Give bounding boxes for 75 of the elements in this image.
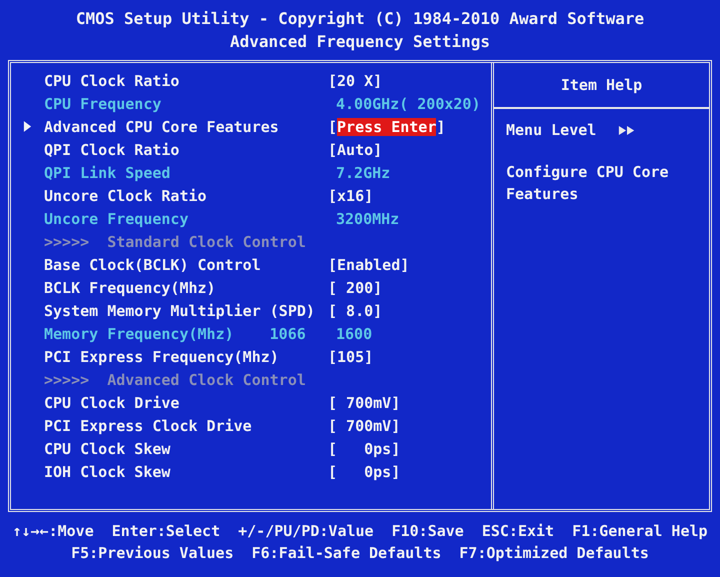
double-arrow-icon bbox=[618, 124, 636, 136]
setting-label[interactable]: QPI Clock Ratio bbox=[44, 140, 328, 158]
setting-value[interactable]: 8.0 bbox=[337, 302, 374, 320]
key-hint: +/-/PU/PD:Value bbox=[238, 521, 374, 542]
setting-value[interactable]: 20 X bbox=[337, 72, 374, 90]
info-label: Uncore Frequency bbox=[44, 210, 188, 228]
bracket: [ bbox=[328, 348, 338, 366]
setting-label[interactable]: PCI Express Clock Drive bbox=[44, 416, 328, 434]
bracket: ] bbox=[391, 462, 400, 480]
info-value: 4.00GHz( 200x20) bbox=[335, 94, 480, 112]
setting-label[interactable]: CPU Clock Ratio bbox=[44, 72, 328, 90]
window-title: CMOS Setup Utility - Copyright (C) 1984-2010 Award Software bbox=[76, 8, 644, 30]
setting-value[interactable]: 700mV bbox=[337, 416, 392, 434]
bracket: ] bbox=[373, 278, 382, 296]
bracket: [ bbox=[328, 278, 338, 296]
setting-label[interactable]: BCLK Frequency(Mhz) bbox=[44, 278, 328, 296]
bracket: [ bbox=[328, 302, 338, 320]
bracket: ] bbox=[364, 348, 374, 366]
key-hint: ↑↓→←:Move bbox=[12, 521, 94, 542]
bracket: ] bbox=[373, 302, 382, 320]
info-value: 1600 bbox=[335, 324, 372, 342]
setting-label[interactable]: System Memory Multiplier (SPD) bbox=[44, 302, 328, 320]
info-label: CPU Frequency bbox=[44, 94, 162, 112]
page-title: Advanced Frequency Settings bbox=[230, 30, 490, 52]
bracket: ] bbox=[391, 440, 400, 458]
setting-label[interactable]: Uncore Clock Ratio bbox=[44, 186, 328, 204]
bracket: [ bbox=[328, 462, 338, 480]
key-hint: F7:Optimized Defaults bbox=[459, 543, 649, 564]
bracket: [ bbox=[328, 416, 338, 434]
help-text: Configure CPU Core Features bbox=[506, 162, 670, 205]
bracket: [ bbox=[328, 118, 338, 136]
key-hint: F5:Previous Values bbox=[71, 543, 234, 564]
menu-level-label: Menu Level bbox=[506, 121, 596, 139]
setting-value[interactable]: Press Enter bbox=[337, 118, 436, 136]
setting-value[interactable]: 0ps bbox=[337, 440, 392, 458]
key-hint: Enter:Select bbox=[112, 521, 220, 542]
key-hint: F1:General Help bbox=[572, 521, 708, 542]
bracket: ] bbox=[436, 118, 446, 136]
bracket: ] bbox=[364, 186, 374, 204]
key-hint: F6:Fail-Safe Defaults bbox=[252, 543, 442, 564]
setting-value[interactable]: 0ps bbox=[337, 462, 392, 480]
setting-value[interactable]: Auto bbox=[337, 140, 374, 158]
submenu-arrow-icon bbox=[23, 120, 32, 133]
bracket: ] bbox=[400, 256, 410, 274]
setting-label[interactable]: CPU Clock Skew bbox=[44, 440, 328, 458]
setting-value[interactable]: x16 bbox=[337, 186, 364, 204]
setting-label[interactable]: PCI Express Frequency(Mhz) bbox=[44, 348, 328, 366]
bracket: [ bbox=[328, 186, 338, 204]
info-value: 7.2GHz bbox=[335, 164, 390, 182]
setting-label[interactable]: CPU Clock Drive bbox=[44, 394, 328, 412]
help-header: Item Help bbox=[494, 63, 709, 109]
info-value: 1066 bbox=[270, 324, 306, 342]
info-label: Memory Frequency(Mhz) bbox=[44, 324, 234, 342]
bracket: [ bbox=[328, 140, 338, 158]
section-heading: >>>>> Advanced Clock Control bbox=[44, 370, 307, 388]
bracket: [ bbox=[328, 394, 338, 412]
bracket: ] bbox=[391, 416, 400, 434]
key-hint: ESC:Exit bbox=[482, 521, 554, 542]
setting-label[interactable]: Base Clock(BCLK) Control bbox=[44, 256, 328, 274]
info-label: QPI Link Speed bbox=[44, 164, 170, 182]
bracket: [ bbox=[328, 72, 338, 90]
bracket: ] bbox=[391, 394, 400, 412]
info-value: 3200MHz bbox=[335, 210, 400, 228]
section-heading: >>>>> Standard Clock Control bbox=[44, 232, 307, 250]
bracket: ] bbox=[373, 140, 382, 158]
bracket: [ bbox=[328, 440, 338, 458]
setting-label[interactable]: Advanced CPU Core Features bbox=[44, 118, 328, 136]
bracket: [ bbox=[328, 256, 338, 274]
setting-label[interactable]: IOH Clock Skew bbox=[44, 462, 328, 480]
setting-value[interactable]: Enabled bbox=[337, 256, 400, 274]
setting-value[interactable]: 200 bbox=[337, 278, 374, 296]
setting-value[interactable]: 700mV bbox=[337, 394, 392, 412]
bracket: ] bbox=[373, 72, 382, 90]
key-hint: F10:Save bbox=[392, 521, 464, 542]
setting-value[interactable]: 105 bbox=[337, 348, 364, 366]
